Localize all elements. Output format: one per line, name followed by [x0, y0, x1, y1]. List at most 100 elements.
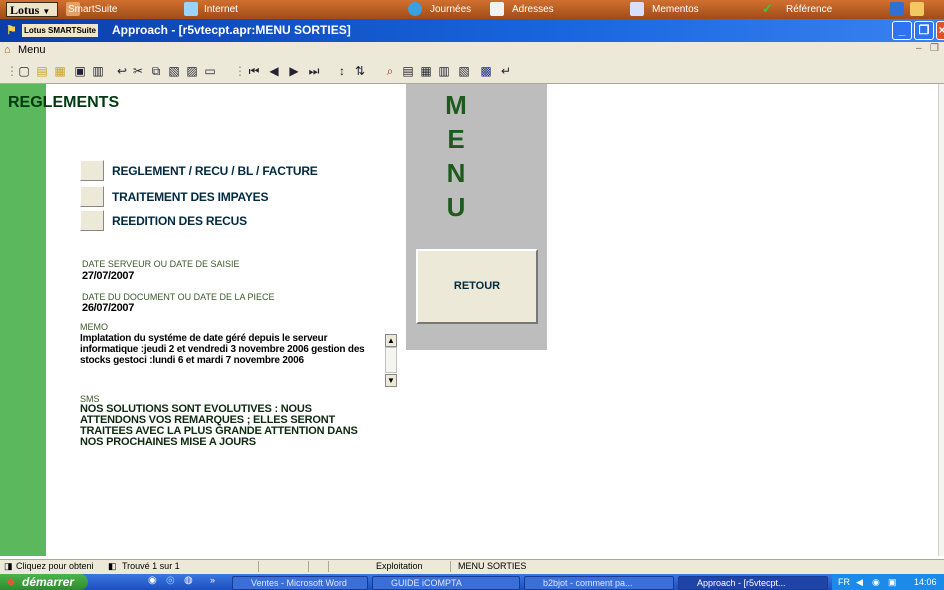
status-found-icon: ◧ [108, 561, 117, 571]
window-title: Approach - [r5vtecpt.apr:MENU SORTIES] [112, 23, 351, 37]
reedition-label: REEDITION DES RECUS [112, 214, 247, 228]
cut-icon[interactable]: ✂ [130, 63, 146, 79]
lotus-menu-button[interactable]: Lotus ▼ [6, 2, 58, 17]
tray-icon-3[interactable]: ▣ [888, 574, 897, 590]
sort-ascending-icon[interactable]: ↕ [334, 63, 350, 79]
tray-icon-1[interactable]: ◀ [856, 574, 863, 590]
status-separator [308, 561, 309, 572]
abc-icon[interactable]: ▩ [478, 63, 494, 79]
copy-icon[interactable]: ⧉ [148, 63, 164, 79]
vertical-scrollbar[interactable] [938, 84, 944, 556]
memo-scroll-down[interactable]: ▼ [385, 374, 397, 387]
reedition-button[interactable] [80, 210, 104, 231]
toolbar: ⋮ ▢ ▤ ▦ ▣ ▥ ↩ ✂ ⧉ ▧ ▨ ▭ ⋮ ⏮ ◀ ▶ ⏭ ↕ ⇅ ⌕ … [0, 59, 944, 84]
close-button[interactable]: × [936, 21, 944, 40]
impayes-button[interactable] [80, 186, 104, 207]
paste-icon[interactable]: ▧ [166, 63, 182, 79]
sms-text: NOS SOLUTIONS SONT EVOLUTIVES : NOUS ATT… [80, 403, 358, 448]
tab-adresses[interactable]: Adresses [512, 2, 554, 17]
new-icon[interactable]: ▢ [16, 63, 32, 79]
task-b2bjot-label: b2bjot - comment pa... [543, 578, 633, 588]
start-label: démarrer [22, 575, 75, 589]
open-icon[interactable]: ▤ [34, 63, 50, 79]
window-title-bar: ⚑ Lotus SMARTSuite Approach - [r5vtecpt.… [0, 19, 944, 42]
task-word[interactable]: Ventes - Microsoft Word [232, 576, 368, 590]
date-serveur-field[interactable]: 27/07/2007 [82, 270, 134, 282]
find-all-icon[interactable]: ▤ [400, 63, 416, 79]
status-arrow-icon: ◨ [4, 561, 13, 571]
task-guide-label: GUIDE iCOMPTA [391, 578, 462, 588]
status-mode[interactable]: Exploitation [376, 561, 423, 571]
quicklaunch-icon-2[interactable]: ◎ [166, 575, 175, 586]
undo-icon[interactable]: ↩ [114, 63, 130, 79]
memo-scrollbar-track[interactable] [385, 347, 397, 373]
left-green-bar [0, 84, 46, 556]
tab-reference[interactable]: Référence [786, 2, 832, 17]
sort-descending-icon[interactable]: ⇅ [352, 63, 368, 79]
windows-logo-icon: ❖ [6, 577, 16, 589]
replace-icon[interactable]: ▦ [418, 63, 434, 79]
status-found: Trouvé 1 sur 1 [122, 561, 180, 571]
format-icon[interactable]: ▨ [184, 63, 200, 79]
tray-icon-2[interactable]: ◉ [872, 574, 880, 590]
menu-letter-n: N [446, 158, 466, 188]
last-record-icon[interactable]: ⏭ [306, 63, 322, 79]
spell-check-icon[interactable]: ▧ [456, 63, 472, 79]
restore-button[interactable]: ❐ [914, 21, 934, 40]
menu-letter-u: U [446, 192, 466, 222]
minimize-button[interactable]: _ [892, 21, 912, 40]
browse-icon[interactable]: ▭ [202, 63, 218, 79]
date-document-field[interactable]: 26/07/2007 [82, 302, 134, 314]
mementos-icon [630, 2, 644, 16]
child-minimize-button[interactable]: – [916, 43, 922, 54]
system-tray: FR ◀ ◉ ▣ 14:06 [832, 574, 944, 590]
page-title: REGLEMENTS [8, 94, 120, 111]
lotus-label: Lotus [10, 3, 40, 17]
menu-letter-m: M [445, 90, 467, 120]
task-approach-label: Approach - [r5vtecpt... [697, 578, 786, 588]
adresses-icon [490, 2, 504, 16]
previous-record-icon[interactable]: ◀ [266, 63, 282, 79]
status-separator [328, 561, 329, 572]
first-record-icon[interactable]: ⏮ [246, 63, 262, 79]
folder-icon[interactable]: ▦ [52, 63, 68, 79]
status-form[interactable]: MENU SORTIES [458, 561, 526, 571]
date-serveur-label: DATE SERVEUR OU DATE DE SAISIE [82, 259, 240, 269]
smartsuite-bar: Lotus ▼ SmartSuite Internet Journées Adr… [0, 0, 944, 19]
print-icon[interactable]: ▣ [72, 63, 88, 79]
task-guide[interactable]: GUIDE iCOMPTA [372, 576, 520, 590]
tab-mementos[interactable]: Mementos [652, 2, 699, 17]
task-word-label: Ventes - Microsoft Word [251, 578, 347, 588]
preview-icon[interactable]: ▥ [90, 63, 106, 79]
delete-icon[interactable]: ▥ [436, 63, 452, 79]
reglement-label: REGLEMENT / RECU / BL / FACTURE [112, 164, 318, 178]
home-icon: ⌂ [4, 44, 11, 56]
tab-journees[interactable]: Journées [430, 2, 471, 17]
journees-icon [408, 2, 422, 16]
quicklaunch-icon-1[interactable]: ◉ [148, 575, 157, 586]
retour-button[interactable]: RETOUR [416, 249, 538, 324]
speaker-icon [910, 2, 924, 16]
tab-smartsuite[interactable]: SmartSuite [68, 2, 117, 17]
status-separator [450, 561, 451, 572]
status-separator [258, 561, 259, 572]
clock: 14:06 [914, 577, 937, 587]
memo-label: MEMO [80, 322, 108, 332]
task-b2bjot[interactable]: b2bjot - comment pa... [524, 576, 674, 590]
find-icon[interactable]: ⌕ [382, 63, 398, 79]
tab-internet[interactable]: Internet [204, 2, 238, 17]
menu-item-menu[interactable]: Menu [18, 44, 46, 56]
chevron-icon[interactable]: » [210, 575, 215, 585]
memo-field[interactable]: Implatation du systéme de date géré depu… [80, 333, 380, 366]
enter-icon[interactable]: ↵ [498, 63, 514, 79]
child-restore-button[interactable]: ❐ [930, 43, 939, 54]
memo-scroll-up[interactable]: ▲ [385, 334, 397, 347]
quicklaunch-icon-3[interactable]: ◍ [184, 575, 193, 586]
status-bar: ◨ Cliquez pour obteni ◧ Trouvé 1 sur 1 E… [0, 559, 944, 574]
language-indicator[interactable]: FR [838, 574, 850, 590]
next-record-icon[interactable]: ▶ [286, 63, 302, 79]
impayes-label: TRAITEMENT DES IMPAYES [112, 190, 269, 204]
task-approach[interactable]: Approach - [r5vtecpt... [678, 576, 828, 590]
status-hint: Cliquez pour obteni [16, 561, 94, 571]
reglement-button[interactable] [80, 160, 104, 181]
